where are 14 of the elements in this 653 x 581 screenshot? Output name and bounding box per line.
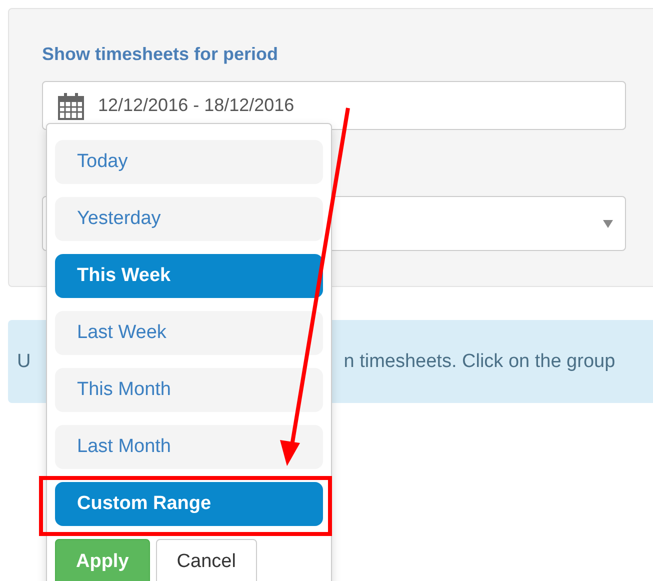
range-option[interactable]: Custom Range [55, 482, 323, 526]
range-option[interactable]: This Week [55, 254, 323, 298]
range-option[interactable]: Today [55, 140, 323, 184]
range-option[interactable]: This Month [55, 368, 323, 412]
cancel-button[interactable]: Cancel [156, 539, 257, 581]
range-option[interactable]: Yesterday [55, 197, 323, 241]
info-text: U [17, 350, 31, 372]
period-label: Show timesheets for period [42, 43, 280, 65]
range-option[interactable]: Last Month [55, 425, 323, 469]
apply-button[interactable]: Apply [55, 539, 150, 581]
date-range-field[interactable]: 12/12/2016 - 18/12/2016 [42, 81, 626, 130]
range-option[interactable]: Last Week [55, 311, 323, 355]
info-text: n timesheets. Click on the group [344, 350, 616, 372]
date-range-value: 12/12/2016 - 18/12/2016 [98, 95, 294, 116]
